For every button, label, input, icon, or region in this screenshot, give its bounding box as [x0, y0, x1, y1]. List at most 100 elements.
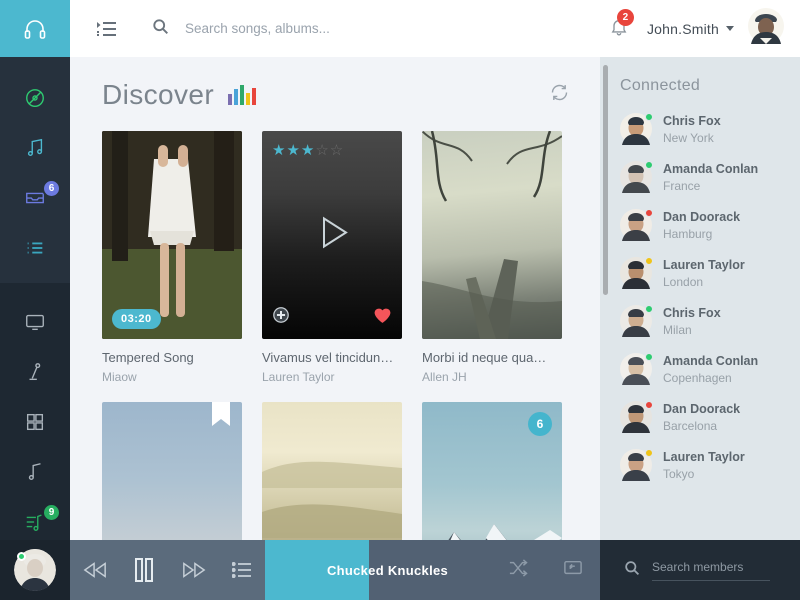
- contact-city: Tokyo: [663, 466, 695, 481]
- status-dot: [645, 401, 653, 409]
- star-empty-icon: ☆☆: [315, 142, 345, 159]
- contact-item[interactable]: Dan Doorack Barcelona: [600, 393, 800, 441]
- song-card[interactable]: ★★★☆☆ Vivamus vel tincidun… Lauren Taylo…: [262, 131, 402, 384]
- notifications-button[interactable]: 2: [609, 8, 634, 42]
- song-thumbnail[interactable]: [262, 402, 402, 540]
- next-button[interactable]: [182, 561, 206, 579]
- song-thumbnail[interactable]: [102, 402, 242, 540]
- music-note-icon: [28, 463, 41, 481]
- contact-city: New York: [663, 130, 714, 145]
- member-search-input[interactable]: [652, 559, 770, 581]
- song-thumbnail[interactable]: 6: [422, 402, 562, 540]
- contact-list: Chris Fox New York Amanda Conlan France Dan …: [600, 105, 800, 489]
- contact-item[interactable]: Dan Doorack Hamburg: [600, 201, 800, 249]
- search-input[interactable]: [185, 21, 609, 36]
- sidebar-item-grid[interactable]: [0, 397, 70, 447]
- play-button[interactable]: [310, 211, 354, 260]
- avatar: [748, 8, 784, 44]
- play-icon: [323, 216, 348, 249]
- search-icon: [625, 560, 640, 575]
- sidebar-item-microphone[interactable]: [0, 347, 70, 397]
- contact-text: Dan Doorack Hamburg: [663, 210, 740, 241]
- contact-text: Chris Fox New York: [663, 114, 721, 145]
- sidebar-item-note[interactable]: [0, 447, 70, 497]
- indent-list-icon: [97, 21, 116, 36]
- contact-name: Dan Doorack: [663, 209, 741, 224]
- contact-item[interactable]: Amanda Conlan France: [600, 153, 800, 201]
- avatar: [620, 113, 653, 145]
- connected-panel: Connected Chris Fox New York Amanda Conlan…: [600, 57, 800, 540]
- avatar: [620, 305, 653, 337]
- song-card[interactable]: Morbi id neque qua… Allen JH: [422, 131, 562, 384]
- member-search-button[interactable]: [624, 560, 640, 581]
- contact-text: Dan Doorack Barcelona: [663, 402, 740, 433]
- avatar: [620, 353, 653, 385]
- pause-button[interactable]: [133, 557, 155, 583]
- grid-icon: [26, 413, 44, 431]
- contact-name: Dan Doorack: [663, 401, 741, 416]
- contact-item[interactable]: Lauren Taylor Tokyo: [600, 441, 800, 489]
- user-name-label[interactable]: John.Smith: [647, 21, 719, 37]
- repeat-button[interactable]: [563, 559, 583, 582]
- cover-art-railway: [422, 131, 562, 339]
- panel-scrollbar[interactable]: [603, 65, 608, 295]
- song-card[interactable]: [262, 402, 402, 540]
- rating-stars[interactable]: ★★★☆☆: [272, 141, 344, 159]
- discover-grid: 03:20 Tempered Song Miaow ★★★☆☆ Vivamus …: [70, 111, 600, 540]
- heart-icon: [374, 308, 391, 323]
- queue-button[interactable]: [231, 562, 252, 578]
- sidebar-group-primary: 6: [0, 57, 70, 283]
- song-artist: Miaow: [102, 370, 137, 384]
- like-button[interactable]: [373, 306, 392, 329]
- song-title: Tempered Song: [102, 350, 194, 365]
- contact-city: Milan: [663, 322, 692, 337]
- star-filled-icon: ★★★: [272, 142, 316, 159]
- shuffle-button[interactable]: [508, 558, 528, 582]
- contact-item[interactable]: Lauren Taylor London: [600, 249, 800, 297]
- song-title: Morbi id neque qua…: [422, 350, 547, 365]
- header-avatar[interactable]: [748, 8, 784, 49]
- music-note-double-icon: [27, 138, 43, 157]
- song-card[interactable]: 6: [422, 402, 562, 540]
- song-thumbnail[interactable]: [422, 131, 562, 339]
- song-card[interactable]: [102, 402, 242, 540]
- add-to-playlist-button[interactable]: [272, 306, 290, 329]
- search-icon: [153, 18, 168, 34]
- previous-button[interactable]: [83, 561, 107, 579]
- menu-toggle-button[interactable]: [97, 21, 116, 37]
- contact-text: Lauren Taylor London: [663, 258, 745, 289]
- song-thumbnail[interactable]: ★★★☆☆: [262, 131, 402, 339]
- contact-city: London: [663, 274, 704, 289]
- connected-title: Connected: [620, 77, 701, 94]
- avatar: [620, 401, 653, 433]
- equalizer-bars-icon: [228, 85, 257, 105]
- song-card[interactable]: 03:20 Tempered Song Miaow: [102, 131, 242, 384]
- sidebar-item-list[interactable]: [0, 223, 70, 273]
- contact-item[interactable]: Amanda Conlan Copenhagen: [600, 345, 800, 393]
- refresh-button[interactable]: [549, 82, 570, 108]
- contact-city: Barcelona: [663, 418, 718, 433]
- chevron-down-icon[interactable]: [726, 26, 734, 31]
- sidebar-item-inbox[interactable]: 6: [0, 173, 70, 223]
- sidebar-item-monitor[interactable]: [0, 297, 70, 347]
- app-logo[interactable]: [0, 0, 70, 57]
- refresh-icon: [551, 84, 568, 101]
- bookmark-button[interactable]: [212, 402, 230, 433]
- contact-text: Lauren Taylor Tokyo: [663, 450, 745, 481]
- player-options: [490, 540, 600, 600]
- status-dot: [645, 305, 653, 313]
- song-thumbnail[interactable]: 03:20: [102, 131, 242, 339]
- page-title: Discover: [102, 79, 215, 110]
- song-artist: Lauren Taylor: [262, 370, 335, 384]
- contact-name: Lauren Taylor: [663, 449, 745, 464]
- contact-text: Amanda Conlan France: [663, 162, 758, 193]
- header-search-button[interactable]: [152, 18, 169, 40]
- avatar: [620, 161, 653, 193]
- contact-item[interactable]: Chris Fox New York: [600, 105, 800, 153]
- status-dot: [645, 161, 653, 169]
- sidebar-item-disc[interactable]: [0, 73, 70, 123]
- left-sidebar: 6 9: [0, 0, 70, 600]
- music-app: 6 9 Search songs, albums... 2 John.Smith…: [0, 0, 800, 600]
- sidebar-item-music[interactable]: [0, 123, 70, 173]
- contact-item[interactable]: Chris Fox Milan: [600, 297, 800, 345]
